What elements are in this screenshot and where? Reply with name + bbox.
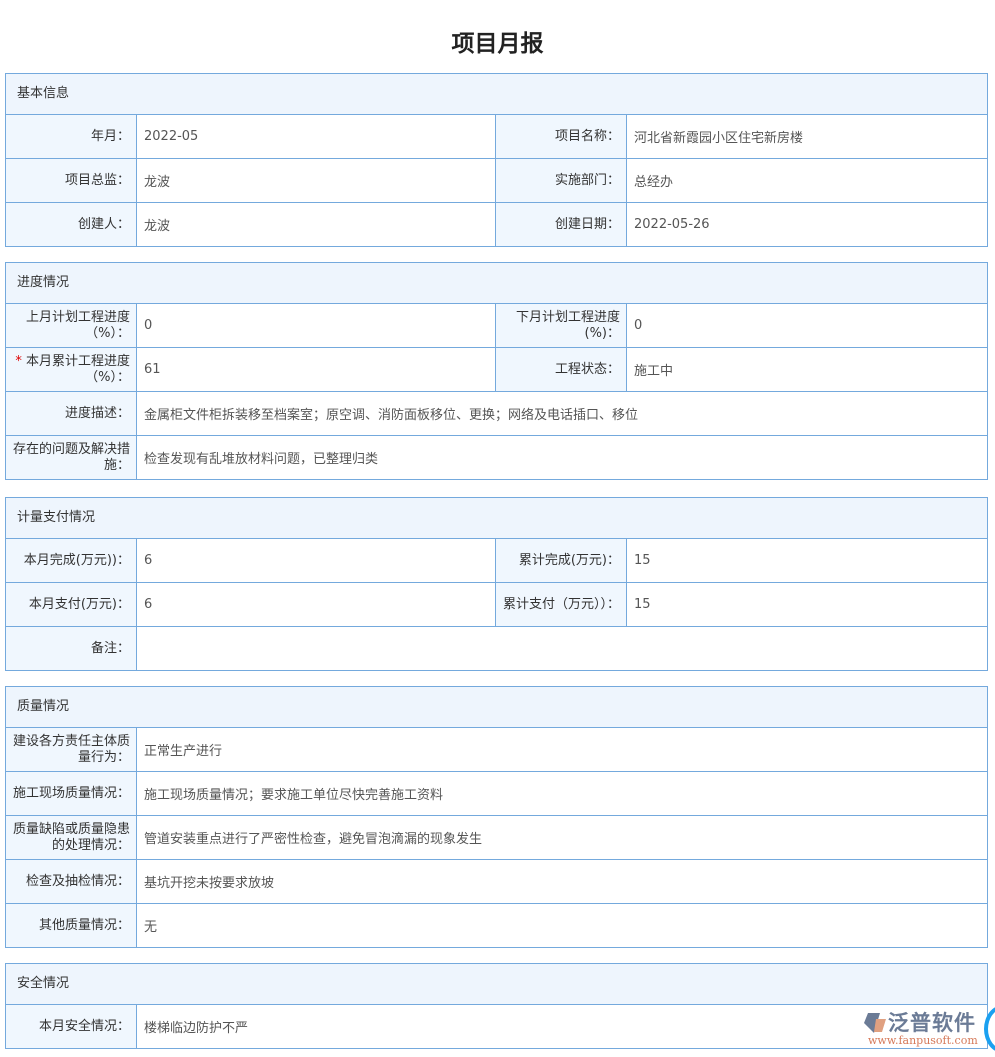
basic-section: 基本信息年月：2022-05项目名称：河北省新霞园小区住宅新房楼项目总监：龙波实… — [5, 73, 988, 247]
form-row: 本月完成(万元))：6累计完成(万元)：15 — [6, 539, 987, 583]
progress-section: 进度情况上月计划工程进度（%）：0下月计划工程进度(%)：0* 本月累计工程进度… — [5, 262, 988, 480]
field-value: 正常生产进行 — [137, 728, 987, 771]
field-label: 年月： — [6, 115, 137, 158]
field-label: 累计支付（万元））： — [496, 583, 627, 626]
field-value: 河北省新霞园小区住宅新房楼 — [627, 115, 987, 158]
field-label: 本月完成(万元))： — [6, 539, 137, 582]
field-value: 0 — [627, 304, 987, 347]
form-row: 存在的问题及解决措施：检查发现有乱堆放材料问题，已整理归类 — [6, 436, 987, 480]
field-label: 创建人： — [6, 203, 137, 246]
page-title: 项目月报 — [0, 24, 995, 58]
safety-section: 安全情况本月安全情况：楼梯临边防护不严 — [5, 963, 988, 1049]
field-value: 15 — [627, 539, 987, 582]
field-label: 存在的问题及解决措施： — [6, 436, 137, 479]
field-label: 备注： — [6, 627, 137, 670]
field-value: 61 — [137, 348, 496, 391]
section-header: 安全情况 — [6, 964, 987, 1005]
logo-icon — [862, 1010, 888, 1036]
form-row: 项目总监：龙波实施部门：总经办 — [6, 159, 987, 203]
field-value: 施工现场质量情况；要求施工单位尽快完善施工资料 — [137, 772, 987, 815]
field-label: 下月计划工程进度(%)： — [496, 304, 627, 347]
form-row: * 本月累计工程进度（%）：61工程状态：施工中 — [6, 348, 987, 392]
field-value: 施工中 — [627, 348, 987, 391]
field-value: 6 — [137, 583, 496, 626]
required-marker: * — [15, 354, 22, 369]
field-label: 进度描述： — [6, 392, 137, 435]
field-label: 实施部门： — [496, 159, 627, 202]
section-header: 质量情况 — [6, 687, 987, 728]
field-label: 累计完成(万元)： — [496, 539, 627, 582]
form-row: 年月：2022-05项目名称：河北省新霞园小区住宅新房楼 — [6, 115, 987, 159]
field-label: 建设各方责任主体质量行为： — [6, 728, 137, 771]
form-row: 上月计划工程进度（%）：0下月计划工程进度(%)：0 — [6, 304, 987, 348]
form-row: 本月支付(万元)：6累计支付（万元））：15 — [6, 583, 987, 627]
form-row: 质量缺陷或质量隐患的处理情况：管道安装重点进行了严密性检查，避免冒泡滴漏的现象发… — [6, 816, 987, 860]
field-value: 总经办 — [627, 159, 987, 202]
section-header: 基本信息 — [6, 74, 987, 115]
field-value: 6 — [137, 539, 496, 582]
form-row: 建设各方责任主体质量行为：正常生产进行 — [6, 728, 987, 772]
quality-section: 质量情况建设各方责任主体质量行为：正常生产进行施工现场质量情况：施工现场质量情况… — [5, 686, 988, 948]
payment-section: 计量支付情况本月完成(万元))：6累计完成(万元)：15本月支付(万元)：6累计… — [5, 497, 988, 671]
field-value: 2022-05 — [137, 115, 496, 158]
form-row: 本月安全情况：楼梯临边防护不严 — [6, 1005, 987, 1049]
field-label: 创建日期： — [496, 203, 627, 246]
field-value: 15 — [627, 583, 987, 626]
section-header: 进度情况 — [6, 263, 987, 304]
form-row: 其他质量情况：无 — [6, 904, 987, 948]
field-label: 本月支付(万元)： — [6, 583, 137, 626]
field-label: 检查及抽检情况： — [6, 860, 137, 903]
field-value: 金属柜文件柜拆装移至档案室；原空调、消防面板移位、更换；网络及电话插口、移位 — [137, 392, 987, 435]
field-label: 项目名称： — [496, 115, 627, 158]
field-label: 本月安全情况： — [6, 1005, 137, 1048]
field-label: * 本月累计工程进度（%）： — [6, 348, 137, 391]
field-value: 龙波 — [137, 203, 496, 246]
field-label: 质量缺陷或质量隐患的处理情况： — [6, 816, 137, 859]
field-label: 工程状态： — [496, 348, 627, 391]
field-value: 2022-05-26 — [627, 203, 987, 246]
form-row: 施工现场质量情况：施工现场质量情况；要求施工单位尽快完善施工资料 — [6, 772, 987, 816]
field-value: 管道安装重点进行了严密性检查，避免冒泡滴漏的现象发生 — [137, 816, 987, 859]
field-value: 0 — [137, 304, 496, 347]
form-row: 创建人：龙波创建日期：2022-05-26 — [6, 203, 987, 247]
field-value: 检查发现有乱堆放材料问题，已整理归类 — [137, 436, 987, 479]
field-value — [137, 627, 987, 670]
field-value: 龙波 — [137, 159, 496, 202]
field-label: 上月计划工程进度（%）： — [6, 304, 137, 347]
field-value: 无 — [137, 904, 987, 947]
form-row: 备注： — [6, 627, 987, 671]
field-label: 施工现场质量情况： — [6, 772, 137, 815]
field-value: 楼梯临边防护不严 — [137, 1005, 987, 1048]
field-label: 项目总监： — [6, 159, 137, 202]
form-row: 检查及抽检情况：基坑开挖未按要求放坡 — [6, 860, 987, 904]
section-header: 计量支付情况 — [6, 498, 987, 539]
fanpu-logo: 泛普软件 www.fanpusoft.com — [862, 1010, 992, 1050]
field-label: 其他质量情况： — [6, 904, 137, 947]
field-value: 基坑开挖未按要求放坡 — [137, 860, 987, 903]
form-row: 进度描述：金属柜文件柜拆装移至档案室；原空调、消防面板移位、更换；网络及电话插口… — [6, 392, 987, 436]
